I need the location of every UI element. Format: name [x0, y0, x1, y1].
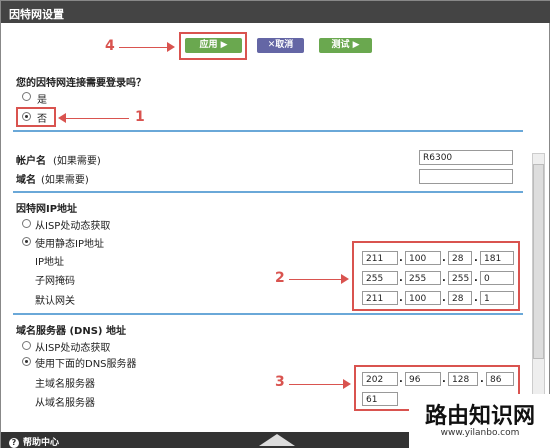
annotation-3-arrow: [289, 384, 345, 385]
login-no-radio[interactable]: [22, 112, 31, 121]
scrollbar-thumb[interactable]: [533, 164, 544, 359]
mask-octet-1[interactable]: 255: [362, 271, 398, 285]
ip-separator: .: [442, 273, 446, 284]
login-no-label: 否: [37, 114, 47, 125]
mask-octet-4[interactable]: 0: [480, 271, 514, 285]
section-divider: [13, 191, 523, 193]
annotation-4-arrow: [119, 47, 169, 48]
ip-separator: .: [480, 374, 484, 385]
primary-dns-octet-2[interactable]: 96: [405, 372, 441, 386]
annotation-2-arrow: [289, 279, 343, 280]
expand-icon[interactable]: [259, 434, 295, 446]
dns-heading: 域名服务器 (DNS) 地址: [16, 326, 126, 337]
login-question: 您的因特网连接需要登录吗？: [16, 78, 146, 89]
annotation-1: 1: [135, 109, 145, 125]
ip-separator: .: [474, 293, 478, 304]
dns-isp-label: 从ISP处动态获取: [35, 343, 111, 354]
arrow-right-icon: [343, 379, 351, 389]
ip-separator: .: [442, 253, 446, 264]
test-button[interactable]: 测试 ▶: [319, 38, 372, 53]
ip-separator: .: [442, 374, 446, 385]
ip-separator: .: [442, 293, 446, 304]
wan-isp-label: 从ISP处动态获取: [35, 221, 111, 232]
ip-separator: .: [399, 253, 403, 264]
account-name-hint: (如果需要): [53, 156, 101, 167]
gateway-label: 默认网关: [35, 296, 75, 307]
login-yes-label: 是: [37, 95, 47, 106]
ip-separator: .: [399, 273, 403, 284]
annotation-4: 4: [105, 38, 115, 54]
mask-octet-3[interactable]: 255: [448, 271, 472, 285]
ip-separator: .: [399, 293, 403, 304]
arrow-right-icon: [167, 42, 175, 52]
cancel-button[interactable]: ✕取消: [257, 38, 304, 53]
ip-octet-1[interactable]: 211: [362, 251, 398, 265]
dns-isp-radio[interactable]: [22, 341, 31, 350]
secondary-dns-label: 从域名服务器: [35, 398, 95, 409]
watermark: 路由知识网 www.yilanbo.com: [409, 394, 550, 448]
annotation-3: 3: [275, 374, 285, 390]
section-divider: [13, 130, 523, 132]
help-icon: ?: [9, 438, 19, 448]
ip-separator: .: [474, 273, 478, 284]
arrow-right-icon: [341, 274, 349, 284]
secondary-dns-octet-1[interactable]: 61: [362, 392, 398, 406]
wan-static-label: 使用静态IP地址: [35, 239, 104, 250]
subnet-mask-label: 子网掩码: [35, 276, 75, 287]
apply-button[interactable]: 应用 ▶: [185, 38, 242, 53]
ip-address-label: IP地址: [35, 257, 64, 268]
account-name-input[interactable]: R6300: [419, 150, 513, 165]
primary-dns-octet-3[interactable]: 128: [448, 372, 478, 386]
account-name-label: 帐户名: [16, 156, 46, 167]
ip-octet-2[interactable]: 100: [405, 251, 441, 265]
ip-separator: .: [399, 374, 403, 385]
primary-dns-octet-4[interactable]: 86: [486, 372, 514, 386]
help-center-label: 帮助中心: [23, 438, 60, 448]
ip-octet-4[interactable]: 181: [480, 251, 514, 265]
primary-dns-label: 主域名服务器: [35, 379, 95, 390]
mask-octet-2[interactable]: 255: [405, 271, 441, 285]
watermark-title: 路由知识网: [424, 403, 535, 429]
dns-use-radio[interactable]: [22, 357, 31, 366]
wan-ip-heading: 因特网IP地址: [16, 204, 78, 215]
domain-name-input[interactable]: [419, 169, 513, 184]
gateway-octet-4[interactable]: 1: [480, 291, 514, 305]
annotation-1-arrow: [65, 118, 129, 119]
gateway-octet-3[interactable]: 28: [448, 291, 472, 305]
window-title: 因特网设置: [1, 1, 550, 23]
login-yes-radio[interactable]: [22, 92, 31, 101]
ip-octet-3[interactable]: 28: [448, 251, 472, 265]
dns-use-label: 使用下面的DNS服务器: [35, 359, 137, 370]
domain-name-hint: (如果需要): [41, 175, 89, 186]
domain-name-label: 域名: [16, 175, 36, 186]
wan-static-radio[interactable]: [22, 237, 31, 246]
gateway-octet-1[interactable]: 211: [362, 291, 398, 305]
section-divider: [13, 313, 523, 315]
gateway-octet-2[interactable]: 100: [405, 291, 441, 305]
annotation-2: 2: [275, 270, 285, 286]
ip-separator: .: [474, 253, 478, 264]
wan-isp-radio[interactable]: [22, 219, 31, 228]
router-settings-window: 因特网设置 应用 ▶ ✕取消 测试 ▶ 4 您的因特网连接需要登录吗？ 是 否 …: [0, 0, 550, 448]
primary-dns-octet-1[interactable]: 202: [362, 372, 398, 386]
